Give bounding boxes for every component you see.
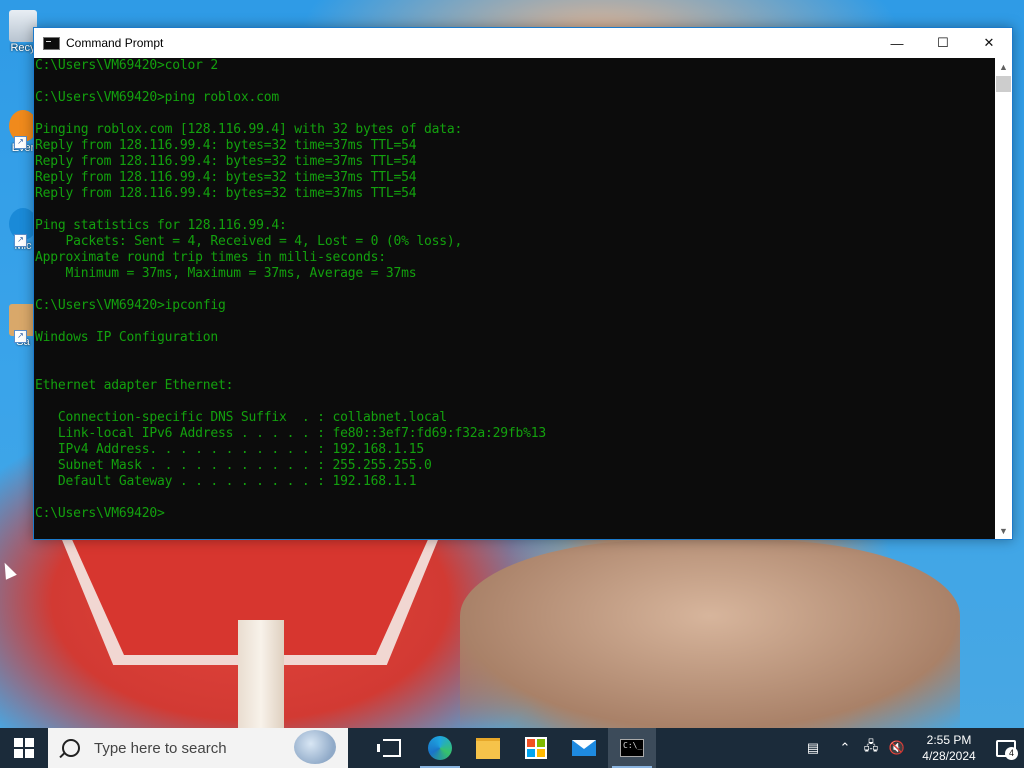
mail-icon (572, 740, 596, 756)
shortcut-arrow-icon: ↗ (14, 234, 27, 247)
taskbar-search-box[interactable]: Type here to search (48, 728, 348, 768)
chevron-up-icon[interactable]: ⌃ (832, 728, 858, 768)
close-button[interactable]: ✕ (966, 28, 1012, 58)
taskbar-edge-button[interactable] (416, 728, 464, 768)
notification-count: 4 (1005, 747, 1018, 760)
taskbar-command-prompt-button[interactable]: C:\_ (608, 728, 656, 768)
volume-muted-icon[interactable]: 🔇 (884, 728, 910, 768)
console-output[interactable]: C:\Users\VM69420>color 2 C:\Users\VM6942… (34, 58, 995, 539)
scroll-up-icon[interactable]: ▲ (995, 58, 1012, 75)
taskbar-store-button[interactable] (512, 728, 560, 768)
clock-date: 4/28/2024 (922, 749, 976, 763)
windows-logo-icon (14, 738, 34, 758)
maximize-button[interactable]: ☐ (920, 28, 966, 58)
search-highlight-icon[interactable] (294, 730, 336, 764)
command-prompt-window[interactable]: Command Prompt — ☐ ✕ C:\Users\VM69420>co… (33, 27, 1013, 540)
folder-icon (476, 737, 500, 759)
vertical-scrollbar[interactable]: ▲ ▼ (995, 58, 1012, 539)
shortcut-arrow-icon: ↗ (14, 330, 27, 343)
notification-center-button[interactable]: 4 (988, 728, 1024, 768)
scroll-down-icon[interactable]: ▼ (995, 522, 1012, 539)
shortcut-arrow-icon: ↗ (14, 136, 27, 149)
system-tray: ▤ ⌃ 🖧 🔇 2:55 PM 4/28/2024 4 (800, 728, 1024, 768)
wallpaper-figure (460, 540, 960, 730)
command-prompt-icon: C:\_ (620, 739, 644, 757)
scroll-thumb[interactable] (996, 76, 1011, 92)
search-icon (62, 739, 80, 757)
start-button[interactable] (0, 728, 48, 768)
window-title: Command Prompt (66, 36, 164, 50)
command-prompt-icon (43, 36, 60, 50)
console-text: C:\Users\VM69420>color 2 C:\Users\VM6942… (35, 58, 546, 521)
title-bar[interactable]: Command Prompt — ☐ ✕ (34, 28, 1012, 58)
taskbar-mail-button[interactable] (560, 728, 608, 768)
news-widget-icon[interactable]: ▤ (800, 728, 826, 768)
task-view-icon (377, 739, 401, 757)
clock-time: 2:55 PM (926, 733, 972, 747)
wallpaper-pole (238, 620, 284, 730)
taskbar: Type here to search C:\_ ▤ ⌃ 🖧 🔇 2:55 PM… (0, 728, 1024, 768)
mouse-cursor-icon (0, 560, 17, 580)
minimize-button[interactable]: — (874, 28, 920, 58)
search-placeholder: Type here to search (94, 739, 227, 757)
edge-icon (428, 736, 452, 760)
network-icon[interactable]: 🖧 (858, 728, 884, 768)
clock[interactable]: 2:55 PM 4/28/2024 (910, 732, 988, 764)
taskbar-file-explorer-button[interactable] (464, 728, 512, 768)
task-view-button[interactable] (368, 728, 416, 768)
store-icon (525, 737, 547, 759)
